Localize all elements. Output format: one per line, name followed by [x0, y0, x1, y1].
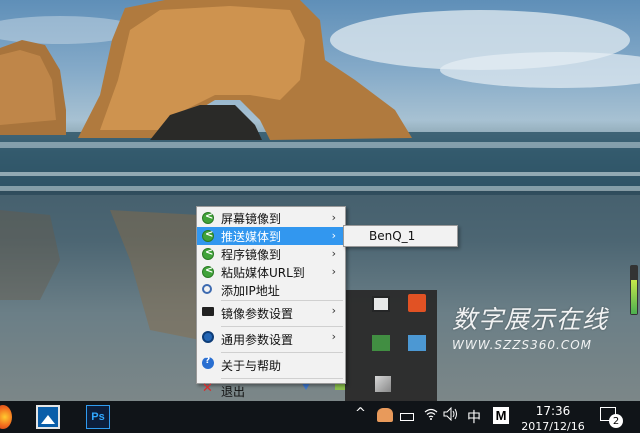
battery-icon[interactable] [400, 413, 414, 421]
menu-item-label: 屏幕镜像到 [221, 211, 282, 226]
close-icon: ✕ [202, 381, 213, 396]
device-name: BenQ_1 [369, 229, 416, 243]
taskbar: Ps ^ 中 M 17:36 2017/12/16 2 [0, 401, 640, 433]
show-hidden-icons-chevron-icon[interactable]: ^ [355, 406, 366, 421]
green-arrow-icon [202, 265, 214, 278]
volume-meter-fill [631, 280, 637, 314]
gear-icon [202, 331, 214, 343]
menu-separator [221, 352, 343, 353]
menu-item-label: 程序镜像到 [221, 247, 282, 262]
menu-item-push-media[interactable]: 推送媒体到 › [197, 227, 345, 245]
chevron-right-icon: › [331, 265, 336, 278]
context-menu: 屏幕镜像到 › 推送媒体到 › 程序镜像到 › 粘贴媒体URL到 › 添加IP地… [196, 206, 346, 399]
green-arrow-icon [202, 247, 214, 260]
clock-date: 2017/12/16 [521, 420, 585, 433]
menu-item-mirror-settings[interactable]: 镜像参数设置 › [197, 302, 345, 325]
wifi-icon[interactable] [424, 408, 438, 423]
green-app-icon[interactable] [372, 335, 390, 351]
wifi-glyph [424, 408, 438, 420]
people-icon[interactable] [377, 408, 393, 422]
firefox-icon[interactable] [0, 405, 12, 429]
tool-icon[interactable] [375, 376, 391, 392]
photoshop-label: Ps [91, 411, 105, 423]
menu-item-add-ip[interactable]: 添加IP地址 [197, 281, 345, 299]
menu-item-about-help[interactable]: 关于与帮助 [197, 354, 345, 377]
menu-item-app-mirror[interactable]: 程序镜像到 › [197, 245, 345, 263]
menu-item-label: 退出 [221, 385, 246, 399]
menu-item-exit[interactable]: ✕ 退出 [197, 380, 345, 403]
clock[interactable]: 17:36 2017/12/16 [518, 404, 588, 433]
menu-item-label: 镜像参数设置 [221, 307, 294, 321]
notification-count-badge: 2 [609, 414, 623, 428]
photoshop-icon[interactable]: Ps [86, 405, 110, 429]
chevron-right-icon: › [331, 330, 336, 343]
push-media-submenu: BenQ_1 [343, 225, 458, 247]
menu-separator [221, 378, 343, 379]
chevron-right-icon: › [331, 304, 336, 317]
green-arrow-icon [202, 211, 214, 224]
menu-item-label: 关于与帮助 [221, 359, 282, 373]
menu-item-screen-mirror[interactable]: 屏幕镜像到 › [197, 209, 345, 227]
clock-time: 17:36 [535, 404, 571, 418]
submenu-item-device[interactable]: BenQ_1 [344, 226, 457, 246]
help-icon [202, 356, 214, 369]
menu-item-label: 通用参数设置 [221, 333, 294, 347]
photos-icon[interactable] [36, 405, 60, 429]
m-app-icon[interactable]: M [493, 407, 509, 424]
mi-icon[interactable] [408, 294, 426, 312]
volume-glyph [443, 406, 457, 422]
monitor-icon [202, 307, 214, 316]
blue-app-icon[interactable] [408, 335, 426, 351]
menu-item-paste-media-url[interactable]: 粘贴媒体URL到 › [197, 263, 345, 281]
menu-item-label: 推送媒体到 [221, 229, 282, 244]
menu-separator [221, 300, 343, 301]
app-window-icon[interactable] [372, 296, 390, 312]
search-icon [202, 284, 212, 294]
chevron-right-icon: › [331, 247, 336, 260]
menu-item-label: 添加IP地址 [221, 283, 280, 298]
chevron-right-icon: › [331, 229, 336, 242]
menu-item-general-settings[interactable]: 通用参数设置 › [197, 328, 345, 351]
menu-item-label: 粘贴媒体URL到 [221, 265, 305, 280]
volume-meter [630, 265, 638, 315]
volume-icon[interactable] [443, 406, 459, 425]
menu-separator [221, 326, 343, 327]
green-arrow-icon [202, 229, 214, 242]
input-method-indicator[interactable]: 中 [467, 407, 481, 427]
chevron-right-icon: › [331, 211, 336, 224]
tray-overflow-flyout [300, 290, 437, 401]
notification-center-icon[interactable]: 2 [600, 407, 623, 428]
